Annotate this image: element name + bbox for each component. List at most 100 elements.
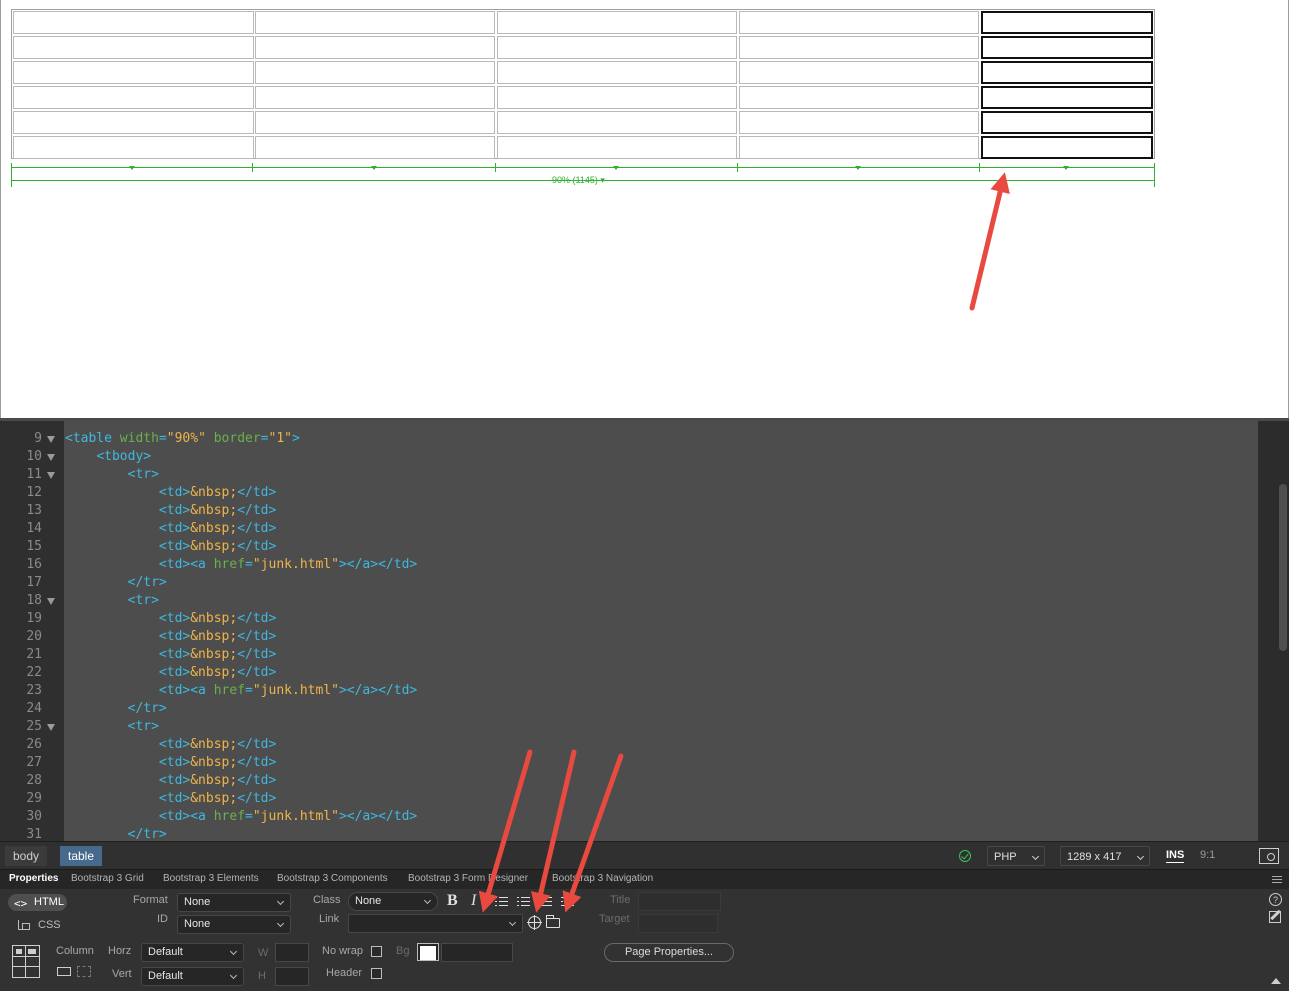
selected-table-cell[interactable] xyxy=(981,111,1153,134)
tag-selector-body[interactable]: body xyxy=(5,846,48,866)
fold-arrow-icon[interactable] xyxy=(47,724,55,731)
code-line[interactable]: 15 <td>&nbsp;</td> xyxy=(0,538,1258,556)
merge-cells-icon[interactable] xyxy=(57,967,71,976)
code-text[interactable]: </tr> xyxy=(65,574,167,592)
title-input[interactable] xyxy=(638,892,721,911)
indent-icon[interactable] xyxy=(561,896,574,908)
code-text[interactable]: <td>&nbsp;</td> xyxy=(65,790,276,808)
table-cell[interactable] xyxy=(739,11,979,34)
ordered-list-icon[interactable] xyxy=(517,896,530,908)
tag-selector-table[interactable]: table xyxy=(60,846,103,866)
italic-button[interactable]: I xyxy=(471,893,476,909)
table-cell[interactable] xyxy=(497,86,737,109)
bg-color-input[interactable] xyxy=(441,943,513,962)
code-line[interactable]: 9 <table width="90%" border="1"> xyxy=(0,430,1258,448)
unordered-list-icon[interactable] xyxy=(495,896,508,908)
code-text[interactable]: <td>&nbsp;</td> xyxy=(65,538,276,556)
code-text[interactable]: <td>&nbsp;</td> xyxy=(65,502,276,520)
code-line[interactable]: 28 <td>&nbsp;</td> xyxy=(0,772,1258,790)
split-cell-icon[interactable] xyxy=(77,966,91,977)
code-text[interactable]: <tr> xyxy=(65,466,159,484)
code-line[interactable]: 19 <td>&nbsp;</td> xyxy=(0,610,1258,628)
table-cell[interactable] xyxy=(497,61,737,84)
link-input[interactable] xyxy=(348,914,523,933)
code-line[interactable]: 26 <td>&nbsp;</td> xyxy=(0,736,1258,754)
column-menu-arrow-icon[interactable] xyxy=(613,166,619,170)
column-menu-arrow-icon[interactable] xyxy=(129,166,135,170)
code-line[interactable]: 20 <td>&nbsp;</td> xyxy=(0,628,1258,646)
selected-table-cell[interactable] xyxy=(981,61,1153,84)
tab-bootstrap-elements[interactable]: Bootstrap 3 Elements xyxy=(163,873,259,884)
bg-color-swatch[interactable] xyxy=(417,943,439,961)
table-cell[interactable] xyxy=(497,36,737,59)
table-cell[interactable] xyxy=(13,111,254,134)
point-to-file-icon[interactable] xyxy=(527,915,542,930)
code-text[interactable]: <td>&nbsp;</td> xyxy=(65,628,276,646)
code-text[interactable]: </tr> xyxy=(65,826,167,841)
cell-height-input[interactable] xyxy=(275,967,309,986)
tab-bootstrap-form-designer[interactable]: Bootstrap 3 Form Designer xyxy=(408,873,528,884)
panel-menu-icon[interactable] xyxy=(1272,876,1282,883)
cell-width-input[interactable] xyxy=(275,943,309,962)
bold-button[interactable]: B xyxy=(447,893,458,909)
column-menu-arrow-icon[interactable] xyxy=(371,166,377,170)
code-text[interactable]: <table width="90%" border="1"> xyxy=(65,430,300,448)
code-text[interactable]: <td>&nbsp;</td> xyxy=(65,772,276,790)
selected-table-cell[interactable] xyxy=(981,11,1153,34)
code-line[interactable]: 29 <td>&nbsp;</td> xyxy=(0,790,1258,808)
code-text[interactable]: <tr> xyxy=(65,592,159,610)
code-line[interactable]: 23 <td><a href="junk.html"></a></td> xyxy=(0,682,1258,700)
table-cell[interactable] xyxy=(13,36,254,59)
vertical-scrollbar-thumb[interactable] xyxy=(1279,484,1287,651)
help-icon[interactable]: ? xyxy=(1269,893,1282,906)
table-cell[interactable] xyxy=(739,136,979,159)
fold-arrow-icon[interactable] xyxy=(47,472,55,479)
code-line[interactable]: 25 <tr> xyxy=(0,718,1258,736)
code-text[interactable]: <td>&nbsp;</td> xyxy=(65,664,276,682)
table-cell[interactable] xyxy=(255,111,495,134)
collapse-panel-icon[interactable] xyxy=(1271,978,1281,984)
check-icon[interactable] xyxy=(959,850,971,862)
table-cell[interactable] xyxy=(13,11,254,34)
insert-mode-indicator[interactable]: INS xyxy=(1166,848,1185,863)
column-menu-arrow-icon[interactable] xyxy=(1063,166,1069,170)
column-menu-arrow-icon[interactable] xyxy=(855,166,861,170)
id-select[interactable]: None xyxy=(177,915,291,934)
document-type-select[interactable]: PHP xyxy=(987,846,1045,866)
code-text[interactable]: <td>&nbsp;</td> xyxy=(65,736,276,754)
code-line[interactable]: 21 <td>&nbsp;</td> xyxy=(0,646,1258,664)
tab-bootstrap-navigation[interactable]: Bootstrap 3 Navigation xyxy=(552,873,653,884)
vert-align-select[interactable]: Default xyxy=(141,967,244,986)
table-cell[interactable] xyxy=(739,86,979,109)
fold-arrow-icon[interactable] xyxy=(47,598,55,605)
table-cell[interactable] xyxy=(739,36,979,59)
tab-bootstrap-components[interactable]: Bootstrap 3 Components xyxy=(277,873,388,884)
code-line[interactable]: 27 <td>&nbsp;</td> xyxy=(0,754,1258,772)
table-cell[interactable] xyxy=(13,86,254,109)
table-cell[interactable] xyxy=(255,11,495,34)
code-line[interactable]: 11 <tr> xyxy=(0,466,1258,484)
code-line[interactable]: 14 <td>&nbsp;</td> xyxy=(0,520,1258,538)
code-text[interactable]: <td>&nbsp;</td> xyxy=(65,610,276,628)
code-text[interactable]: <td><a href="junk.html"></a></td> xyxy=(65,808,417,826)
table-cell[interactable] xyxy=(497,11,737,34)
outdent-icon[interactable] xyxy=(539,896,552,908)
code-text[interactable]: <td>&nbsp;</td> xyxy=(65,754,276,772)
format-select[interactable]: None xyxy=(177,893,291,912)
live-preview-icon[interactable] xyxy=(1259,848,1279,864)
code-line[interactable]: 16 <td><a href="junk.html"></a></td> xyxy=(0,556,1258,574)
tab-properties[interactable]: Properties xyxy=(9,873,58,884)
window-size-select[interactable]: 1289 x 417 xyxy=(1060,846,1150,866)
selected-table-cell[interactable] xyxy=(981,36,1153,59)
quick-tag-editor-icon[interactable] xyxy=(1269,911,1281,923)
code-line[interactable]: 22 <td>&nbsp;</td> xyxy=(0,664,1258,682)
tab-bootstrap-grid[interactable]: Bootstrap 3 Grid xyxy=(71,873,144,884)
table-cell[interactable] xyxy=(497,136,737,159)
design-view[interactable]: 90% (1145) ▾ xyxy=(0,0,1289,418)
header-checkbox[interactable] xyxy=(371,968,382,979)
browse-folder-icon[interactable] xyxy=(546,915,560,928)
html-table[interactable] xyxy=(11,9,1155,159)
code-text[interactable]: <tbody> xyxy=(65,448,151,466)
fold-arrow-icon[interactable] xyxy=(47,454,55,461)
page-properties-button[interactable]: Page Properties... xyxy=(604,943,734,962)
